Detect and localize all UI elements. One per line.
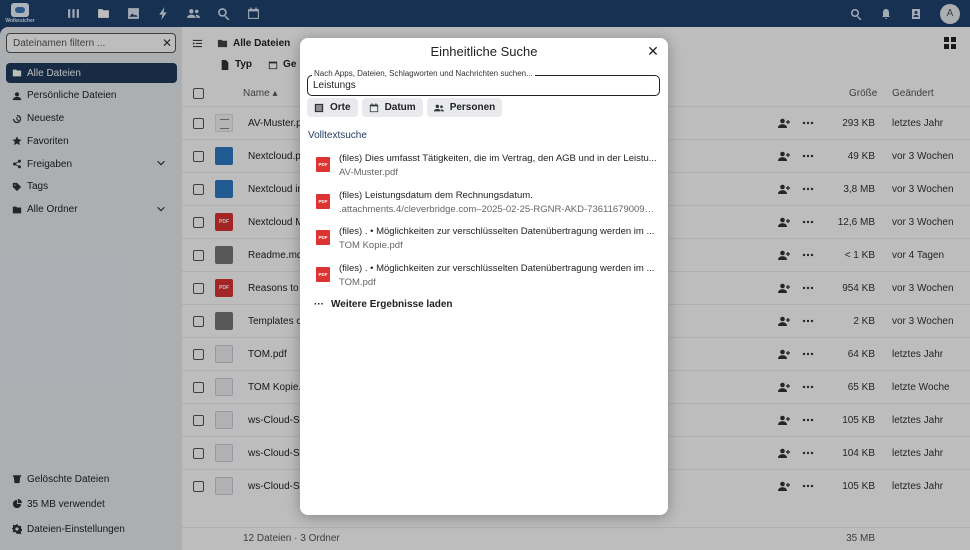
list-icon [314,103,324,112]
chip-label: Personen [449,102,496,113]
search-result-item[interactable]: PDF (files) Dies umfasst Tätigkeiten, die… [314,151,660,188]
chip-label: Orte [330,102,351,113]
result-subtitle: TOM Kopie.pdf [339,240,403,252]
places-filter-button[interactable]: Orte [307,98,358,117]
section-heading: Volltextsuche [308,130,367,141]
pdf-badge: PDF [318,198,328,204]
pdf-badge: PDF [318,162,328,167]
result-title: (files) Leistungsdatum dem Rechnungsdatu… [339,189,533,201]
search-filter-chips: Orte Datum Personen [307,98,503,117]
close-icon[interactable]: ✕ [646,44,660,58]
pdf-badge: PDF [318,235,328,241]
search-label: Nach Apps, Dateien, Schlagworten und Nac… [312,69,535,78]
dots-icon: ··· [314,299,324,310]
result-title: (files) . • Möglichkeiten zur verschlüss… [339,263,655,275]
pdf-file-icon: PDF [316,230,330,246]
result-title: (files) Dies umfasst Tätigkeiten, die im… [339,153,657,164]
search-result-item[interactable]: PDF (files) Leistungsdatum dem Rechnungsd… [314,188,660,225]
unified-search-dialog: Einheitliche Suche ✕ Nach Apps, Dateien,… [300,38,668,515]
load-more-label: Weitere Ergebnisse laden [331,299,453,310]
people-filter-button[interactable]: Personen [426,98,503,117]
result-subtitle: TOM.pdf [339,277,376,289]
people-icon [433,104,444,111]
calendar-icon [369,102,378,112]
result-subtitle: AV-Muster.pdf [339,167,398,178]
pdf-file-icon: PDF [316,193,330,209]
search-field[interactable]: Nach Apps, Dateien, Schlagworten und Nac… [307,69,660,96]
load-more-button[interactable]: ··· Weitere Ergebnisse laden [314,299,453,310]
dialog-title: Einheitliche Suche [430,44,538,59]
result-title: (files) . • Möglichkeiten zur verschlüss… [339,226,655,238]
chip-label: Datum [384,102,416,113]
pdf-badge: PDF [318,272,328,278]
result-subtitle: .attachments.4/cleverbridge.com–2025-02-… [339,203,657,215]
search-result-item[interactable]: PDF (files) . • Möglichkeiten zur verschl… [314,224,660,261]
pdf-file-icon: PDF [316,157,330,172]
search-input[interactable] [313,80,653,91]
date-filter-button[interactable]: Datum [361,98,423,117]
search-result-item[interactable]: PDF (files) . • Möglichkeiten zur verschl… [314,261,660,298]
pdf-file-icon: PDF [316,267,330,283]
search-results: PDF (files) Dies umfasst Tätigkeiten, die… [314,151,660,298]
